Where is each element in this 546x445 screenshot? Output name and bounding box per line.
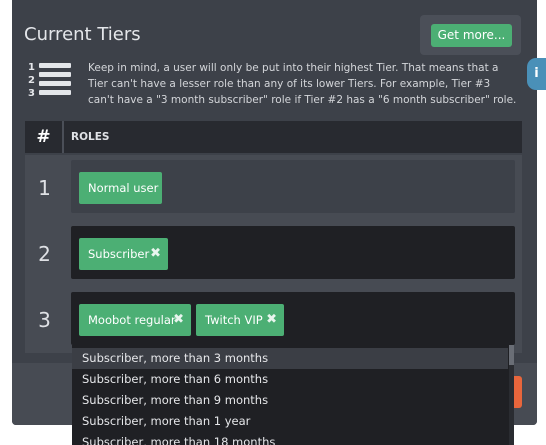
roles-field[interactable]: Moobot regular ✖ Twitch VIP ✖ (71, 292, 515, 345)
info-text: Keep in mind, a user will only be put in… (88, 62, 517, 106)
role-tag-moobot-regular: Moobot regular ✖ (79, 304, 191, 336)
tier-number: 2 (38, 242, 51, 266)
dropdown-option[interactable]: Subscriber, more than 18 months (72, 432, 508, 445)
get-more-button[interactable]: Get more... (431, 24, 512, 47)
info-icon[interactable]: i (527, 58, 546, 90)
list-icon-number: 2 (28, 75, 35, 86)
numbered-list-icon: 1 2 3 (28, 62, 71, 98)
page-title: Current Tiers (24, 24, 141, 45)
dropdown-option[interactable]: Subscriber, more than 9 months (72, 390, 508, 411)
remove-icon[interactable]: ✖ (266, 304, 277, 336)
list-icon-number: 3 (28, 88, 35, 98)
tier-row-2: 2 Subscriber ✖ (25, 221, 522, 287)
dropdown-scrollbar[interactable] (509, 345, 514, 445)
roles-field[interactable]: Normal user (71, 160, 515, 213)
column-header-number: # (25, 121, 64, 153)
role-dropdown[interactable]: Subscriber, more than 3 months Subscribe… (72, 345, 514, 445)
scrollbar-thumb[interactable] (509, 345, 514, 365)
role-tag-subscriber: Subscriber ✖ (79, 238, 168, 270)
remove-icon[interactable]: ✖ (173, 304, 184, 336)
tiers-table: # ROLES 1 Normal user 2 Subscriber ✖ 3 M… (25, 121, 522, 353)
dropdown-option[interactable]: Subscriber, more than 6 months (72, 369, 508, 390)
role-tag-label: Subscriber (88, 247, 150, 261)
role-tag-label: Normal user (88, 181, 159, 195)
column-header-roles: ROLES (71, 131, 110, 143)
dropdown-option[interactable]: Subscriber, more than 1 year (72, 411, 508, 432)
tier-number: 3 (38, 308, 51, 332)
tier-row-3: 3 Moobot regular ✖ Twitch VIP ✖ (25, 287, 522, 353)
tier-row-1: 1 Normal user (25, 155, 522, 221)
table-header: # ROLES (25, 121, 522, 153)
role-tag-label: Twitch VIP (205, 313, 263, 327)
remove-icon[interactable]: ✖ (150, 238, 161, 270)
list-icon-number: 1 (28, 62, 35, 73)
dropdown-option[interactable]: Subscriber, more than 3 months (72, 348, 508, 369)
role-tag-normal-user: Normal user (79, 172, 162, 204)
role-tag-twitch-vip: Twitch VIP ✖ (196, 304, 284, 336)
role-tag-label: Moobot regular (88, 313, 176, 327)
roles-field[interactable]: Subscriber ✖ (71, 226, 515, 279)
tier-number: 1 (38, 176, 51, 200)
